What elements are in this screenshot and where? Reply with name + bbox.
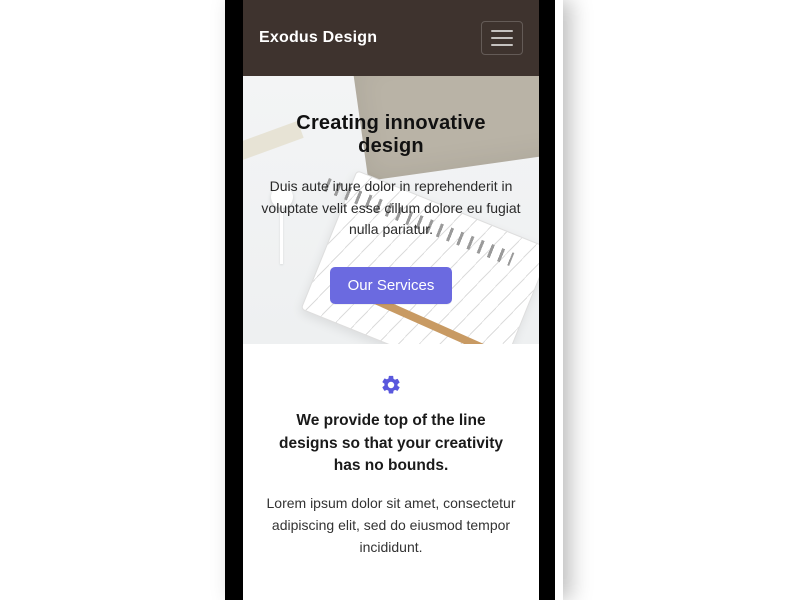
hamburger-icon [491,44,513,46]
hamburger-icon [491,30,513,32]
hero-title: Creating innovative design [261,112,521,158]
brand-title[interactable]: Exodus Design [259,29,377,47]
feature-title: We provide top of the line designs so th… [265,410,517,477]
hero-section: Creating innovative design Duis aute iru… [243,76,539,344]
hero-body: Duis aute irure dolor in reprehenderit i… [261,176,521,241]
device-frame: Exodus Design [225,0,555,600]
menu-toggle-button[interactable] [481,21,523,55]
our-services-button[interactable]: Our Services [330,267,453,304]
feature-body: Lorem ipsum dolor sit amet, consectetur … [265,493,517,558]
page-scroll[interactable]: Exodus Design [243,0,539,600]
app-viewport: Exodus Design [243,0,539,600]
hamburger-icon [491,37,513,39]
gear-icon [265,374,517,396]
feature-section: We provide top of the line designs so th… [243,344,539,598]
navbar: Exodus Design [243,0,539,76]
